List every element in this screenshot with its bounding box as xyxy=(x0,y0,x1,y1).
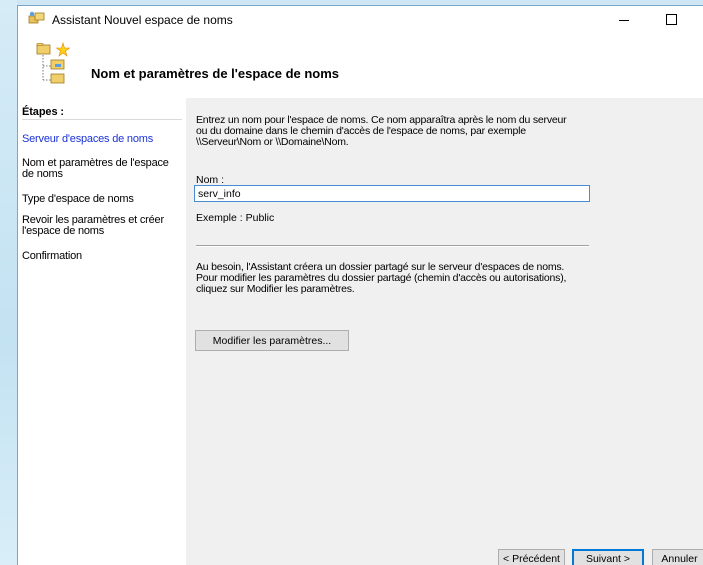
page-title: Nom et paramètres de l'espace de noms xyxy=(91,66,340,81)
namespace-wizard-icon xyxy=(28,11,45,24)
shared-folder-note: Au besoin, l'Assistant créera un dossier… xyxy=(196,262,566,295)
cancel-button[interactable]: Annuler xyxy=(652,549,703,565)
modify-settings-button[interactable]: Modifier les paramètres... xyxy=(195,330,349,351)
window-title: Assistant Nouvel espace de noms xyxy=(52,13,233,27)
namespace-folder-tree-icon xyxy=(36,42,71,84)
step-name-settings: Nom et paramètres de l'espace de noms xyxy=(22,158,182,180)
step-review-settings: Revoir les paramètres et créer l'espace … xyxy=(22,215,182,237)
next-button[interactable]: Suivant > xyxy=(572,549,644,565)
maximize-button[interactable] xyxy=(648,6,694,32)
steps-heading: Étapes : xyxy=(22,106,64,118)
intro-text: Entrez un nom pour l'espace de noms. Ce … xyxy=(196,115,567,148)
step-namespace-type: Type d'espace de noms xyxy=(22,194,182,205)
maximize-icon xyxy=(665,13,677,25)
step-label-continued: l'espace de noms xyxy=(22,225,105,237)
desktop-background xyxy=(0,0,17,565)
minimize-button[interactable] xyxy=(601,6,647,32)
screen: Assistant Nouvel espace de noms Nom et p… xyxy=(0,0,703,565)
step-label-continued: de noms xyxy=(22,168,63,180)
intro-line: \\Serveur\Nom or \\Domaine\Nom. xyxy=(196,136,349,148)
minimize-icon xyxy=(619,20,629,21)
previous-button[interactable]: < Précédent xyxy=(498,549,565,565)
separator-line xyxy=(196,245,589,247)
step-label: Type d'espace de noms xyxy=(22,193,134,205)
wizard-content: Entrez un nom pour l'espace de noms. Ce … xyxy=(186,98,703,565)
namespace-name-input[interactable] xyxy=(194,185,590,202)
title-bar[interactable]: Assistant Nouvel espace de noms xyxy=(18,6,703,32)
step-namespace-server: Serveur d'espaces de noms xyxy=(22,134,182,145)
step-confirmation: Confirmation xyxy=(22,251,182,262)
name-example: Exemple : Public xyxy=(196,212,275,224)
wizard-window: Assistant Nouvel espace de noms Nom et p… xyxy=(17,5,703,565)
wizard-header: Nom et paramètres de l'espace de noms xyxy=(18,32,703,98)
steps-sidebar: Étapes : Serveur d'espaces de noms Nom e… xyxy=(18,98,186,565)
step-label: Serveur d'espaces de noms xyxy=(22,133,154,145)
step-label: Confirmation xyxy=(22,250,82,262)
note-line: cliquez sur Modifier les paramètres. xyxy=(196,283,355,295)
steps-heading-rule xyxy=(22,119,182,120)
